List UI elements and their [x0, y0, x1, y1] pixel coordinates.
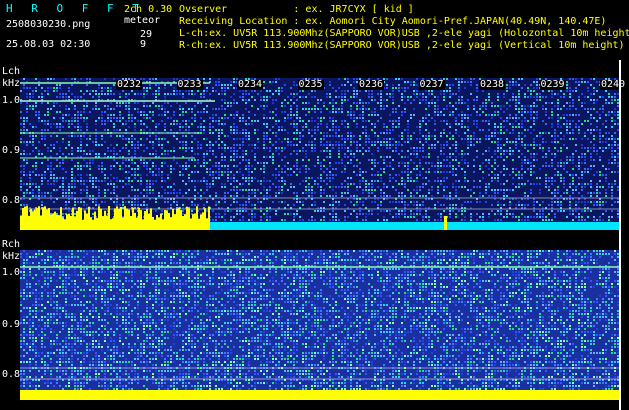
- mode-label: 2ch 0.30: [124, 4, 173, 15]
- meteor-count-r: 9: [140, 39, 147, 50]
- time-tick-label: 0236: [358, 79, 385, 90]
- time-tick-label: 0235: [297, 79, 324, 90]
- time-tick-label: 0232: [116, 79, 143, 90]
- meteor-label: meteor: [124, 15, 161, 26]
- time-tick-label: 0239: [539, 79, 566, 90]
- time-tick-label: 0233: [176, 79, 203, 90]
- lch-unit-label: kHz: [2, 78, 21, 89]
- time-tick-label: 0238: [479, 79, 506, 90]
- rch-spectrogram: [20, 250, 619, 400]
- filename: 2508030230.png: [6, 19, 91, 30]
- rch-ytick-2: 0.9: [2, 319, 21, 330]
- right-edge-marker: [619, 60, 621, 410]
- lch-ytick-3: 0.8: [2, 195, 21, 206]
- observer-line: Ovserver : ex. JR7CYX [ kid ]: [179, 4, 414, 15]
- lch-spectrogram: [20, 78, 619, 230]
- rch-info-line: R-ch:ex. UV5R 113.900Mhz(SAPPORO VOR)USB…: [179, 40, 625, 51]
- time-tick-label: 0234: [237, 79, 264, 90]
- location-line: Receiving Location : ex. Aomori City Aom…: [179, 16, 607, 27]
- lch-info-line: L-ch:ex. UV5R 113.900Mhz(SAPPORO VOR)USB…: [179, 28, 629, 39]
- lch-ytick-2: 0.9: [2, 145, 21, 156]
- lch-spectrogram-canvas: [20, 78, 619, 230]
- lch-channel-label: Lch: [2, 66, 21, 77]
- time-tick-label: 0240: [600, 79, 627, 90]
- rch-ytick-3: 0.8: [2, 369, 21, 380]
- rch-unit-label: kHz: [2, 251, 21, 262]
- rch-spectrogram-canvas: [20, 250, 619, 400]
- rch-channel-label: Rch: [2, 239, 21, 250]
- time-tick-label: 0237: [418, 79, 445, 90]
- rch-ytick-1: 1.0: [2, 267, 21, 278]
- lch-ytick-1: 1.0: [2, 95, 21, 106]
- datetime: 25.08.03 02:30: [6, 39, 91, 50]
